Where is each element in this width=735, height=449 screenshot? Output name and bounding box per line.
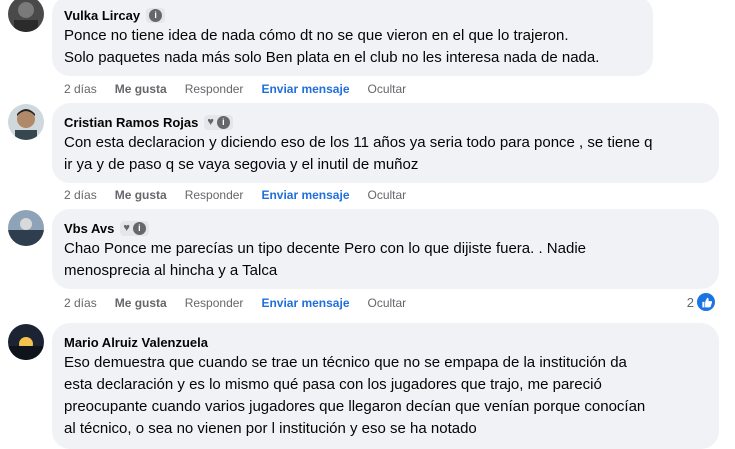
author-badges: ♥ i: [204, 114, 233, 130]
send-message-link[interactable]: Enviar mensaje: [261, 188, 349, 202]
reply-link[interactable]: Responder: [185, 82, 244, 96]
comment-actions: 2 días Me gusta Responder Enviar mensaje…: [64, 187, 424, 203]
comment-author[interactable]: Mario Alruiz Valenzuela: [64, 335, 208, 350]
comment-text: Ponce no tiene idea de nada cómo dt no s…: [64, 27, 600, 66]
comment-time[interactable]: 2 días: [64, 296, 97, 310]
author-badges: i: [146, 7, 166, 23]
hide-link[interactable]: Ocultar: [368, 188, 407, 202]
comment-author[interactable]: Vulka Lircay: [64, 8, 140, 23]
comment-author[interactable]: Cristian Ramos Rojas: [64, 115, 198, 130]
like-link[interactable]: Me gusta: [115, 296, 167, 310]
send-message-link[interactable]: Enviar mensaje: [261, 82, 349, 96]
reaction-count: 2: [686, 294, 694, 310]
comment-time[interactable]: 2 días: [64, 82, 97, 96]
thumbs-up-icon: [697, 293, 715, 311]
heart-icon: ♥: [207, 115, 214, 128]
comment-actions: 2 días Me gusta Responder Enviar mensaje…: [64, 81, 424, 97]
comment-actions: 2 días Me gusta Responder Enviar mensaje…: [64, 295, 424, 311]
reaction-summary[interactable]: 2: [687, 293, 715, 311]
comment-bubble: Vulka Lircay i Ponce no tiene idea de na…: [52, 0, 653, 76]
send-message-link[interactable]: Enviar mensaje: [261, 296, 349, 310]
like-link[interactable]: Me gusta: [115, 188, 167, 202]
comment-time[interactable]: 2 días: [64, 188, 97, 202]
comment-text: Eso demuestra que cuando se trae un técn…: [64, 354, 646, 437]
heart-icon: ♥: [123, 221, 130, 234]
reply-link[interactable]: Responder: [185, 188, 244, 202]
hide-link[interactable]: Ocultar: [368, 296, 407, 310]
info-badge-icon: i: [149, 8, 163, 22]
info-badge-icon: i: [216, 115, 230, 129]
comment-bubble: Mario Alruiz Valenzuela Eso demuestra qu…: [52, 323, 719, 449]
comment-text: Con esta declaracion y diciendo eso de l…: [64, 134, 653, 173]
avatar[interactable]: [8, 104, 44, 140]
reply-link[interactable]: Responder: [185, 296, 244, 310]
comment-author[interactable]: Vbs Avs: [64, 221, 114, 236]
comment-text: Chao Ponce me parecías un tipo decente P…: [64, 240, 586, 279]
avatar[interactable]: [8, 324, 44, 360]
comment-bubble: Cristian Ramos Rojas ♥ i Con esta declar…: [52, 103, 719, 183]
like-link[interactable]: Me gusta: [115, 82, 167, 96]
info-badge-icon: i: [132, 221, 146, 235]
avatar[interactable]: [8, 210, 44, 246]
avatar[interactable]: [8, 0, 44, 32]
author-badges: ♥ i: [120, 220, 149, 236]
comment-bubble: Vbs Avs ♥ i Chao Ponce me parecías un ti…: [52, 209, 719, 289]
hide-link[interactable]: Ocultar: [368, 82, 407, 96]
